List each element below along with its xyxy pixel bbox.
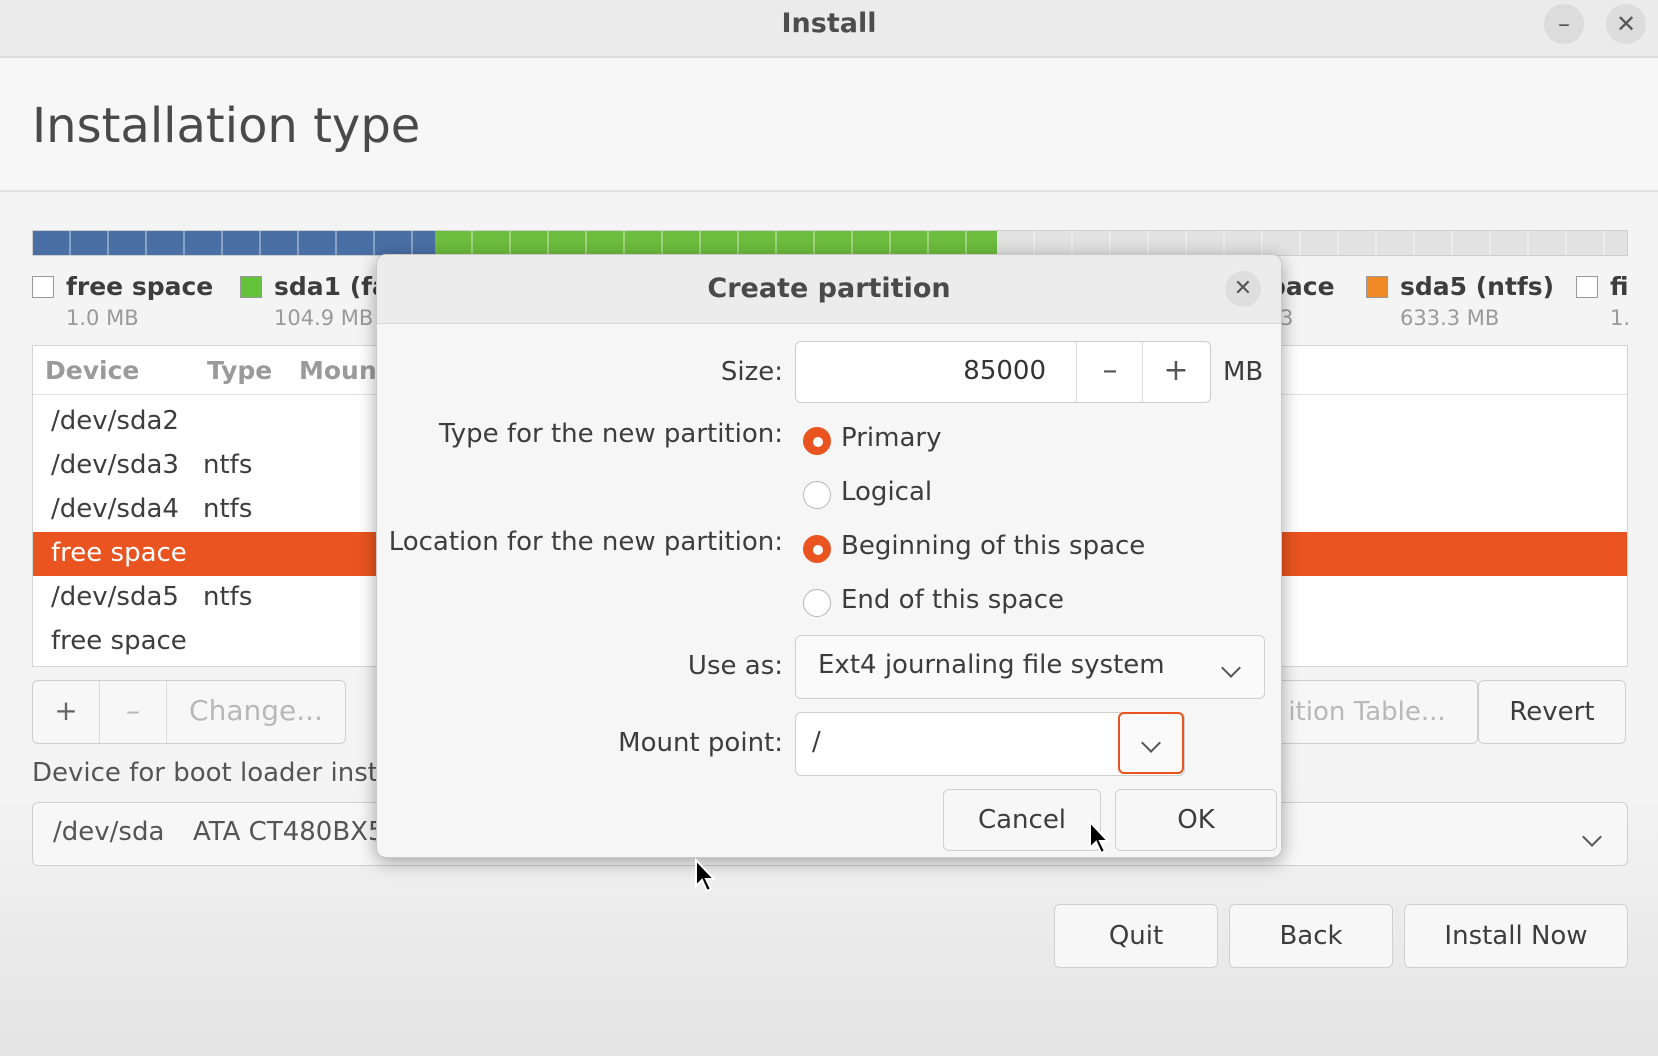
window-close-button[interactable]: ✕ xyxy=(1606,4,1646,44)
mouse-cursor-icon xyxy=(695,858,717,893)
radio-label: Logical xyxy=(841,477,933,507)
bootloader-model: ATA CT480BX5 xyxy=(193,817,385,847)
partition-toolbar: + – Change... xyxy=(32,680,346,744)
column-header-type[interactable]: Type xyxy=(207,356,272,385)
legend-label: sda1 (fa xyxy=(274,272,389,301)
legend-swatch xyxy=(240,276,262,298)
mount-point-label: Mount point: xyxy=(618,728,783,758)
revert-button[interactable]: Revert xyxy=(1478,680,1626,744)
dialog-header: Create partition ✕ xyxy=(377,255,1281,324)
page-header: Installation type xyxy=(0,58,1658,192)
row-type: ntfs xyxy=(203,494,253,524)
chevron-down-icon xyxy=(1141,733,1161,753)
bootloader-device: /dev/sda xyxy=(53,817,165,847)
window-title: Install xyxy=(781,8,877,39)
legend-swatch xyxy=(1576,276,1598,298)
column-header-device[interactable]: Device xyxy=(45,356,139,385)
radio-indicator xyxy=(803,427,831,455)
radio-label: Beginning of this space xyxy=(841,531,1146,561)
legend-size: 633.3 MB xyxy=(1400,306,1500,330)
dialog-close-button[interactable]: ✕ xyxy=(1225,271,1261,307)
mount-point-combo: / xyxy=(795,712,1185,776)
column-header-mount[interactable]: Moun xyxy=(299,356,377,385)
use-as-value: Ext4 journaling file system xyxy=(818,650,1165,680)
size-label: Size: xyxy=(720,357,783,387)
row-device: /dev/sda2 xyxy=(51,406,179,436)
location-label: Location for the new partition: xyxy=(388,527,783,557)
chevron-down-icon xyxy=(1221,652,1241,682)
partition-segment xyxy=(435,231,997,255)
bootloader-label: Device for boot loader inst xyxy=(32,758,378,788)
title-bar: Install – ✕ xyxy=(0,0,1658,58)
partition-segment xyxy=(997,231,1627,255)
dialog-title: Create partition xyxy=(707,273,951,304)
size-input[interactable]: 85000 xyxy=(796,356,1046,386)
radio-indicator xyxy=(803,481,831,509)
remove-partition-button[interactable]: – xyxy=(100,681,167,743)
mount-point-dropdown-button[interactable] xyxy=(1118,712,1184,774)
page-title: Installation type xyxy=(32,98,421,154)
row-device: free space xyxy=(51,538,187,568)
new-partition-table-button[interactable]: ition Table... xyxy=(1256,680,1478,744)
radio-label: Primary xyxy=(841,423,942,453)
installer-window: Install – ✕ Installation type free space… xyxy=(0,0,1658,1056)
back-button[interactable]: Back xyxy=(1229,904,1393,968)
install-now-button[interactable]: Install Now xyxy=(1404,904,1628,968)
partition-segment xyxy=(33,231,435,255)
type-label: Type for the new partition: xyxy=(438,419,783,449)
mount-point-input[interactable]: / xyxy=(812,727,821,757)
change-partition-button[interactable]: Change... xyxy=(167,681,345,743)
legend-label: free space xyxy=(66,272,214,301)
row-device: /dev/sda3 xyxy=(51,450,179,480)
cancel-button[interactable]: Cancel xyxy=(943,789,1101,851)
row-device: /dev/sda5 xyxy=(51,582,179,612)
size-unit: MB xyxy=(1223,357,1264,387)
create-partition-dialog: Create partition ✕ Size: 85000 – + MB Ty… xyxy=(376,254,1282,858)
legend-size: 1.0 MB xyxy=(66,306,139,330)
legend-size: 1. xyxy=(1610,306,1631,330)
size-increase-button[interactable]: + xyxy=(1142,342,1209,402)
legend-swatch xyxy=(1366,276,1388,298)
minimize-button[interactable]: – xyxy=(1544,4,1584,44)
legend-size: 104.9 MB xyxy=(274,306,374,330)
use-as-label: Use as: xyxy=(687,651,783,681)
radio-indicator xyxy=(803,589,831,617)
legend-label: fi xyxy=(1610,272,1629,301)
partition-bar xyxy=(32,230,1628,256)
legend-size: 3 xyxy=(1280,306,1294,330)
use-as-select[interactable]: Ext4 journaling file system xyxy=(795,635,1265,699)
chevron-down-icon xyxy=(1582,821,1602,851)
row-type: ntfs xyxy=(203,450,253,480)
quit-button[interactable]: Quit xyxy=(1054,904,1218,968)
legend-item: fi 1. xyxy=(1576,272,1658,332)
size-decrease-button[interactable]: – xyxy=(1076,342,1143,402)
row-device: free space xyxy=(51,626,187,656)
legend-swatch xyxy=(32,276,54,298)
legend-label: sda5 (ntfs) xyxy=(1400,272,1555,301)
add-partition-button[interactable]: + xyxy=(33,681,100,743)
mouse-cursor-icon xyxy=(1089,820,1111,855)
row-device: /dev/sda4 xyxy=(51,494,179,524)
size-spinbox: 85000 – + xyxy=(795,341,1211,403)
radio-label: End of this space xyxy=(841,585,1064,615)
ok-button[interactable]: OK xyxy=(1115,789,1277,851)
radio-indicator xyxy=(803,535,831,563)
row-type: ntfs xyxy=(203,582,253,612)
